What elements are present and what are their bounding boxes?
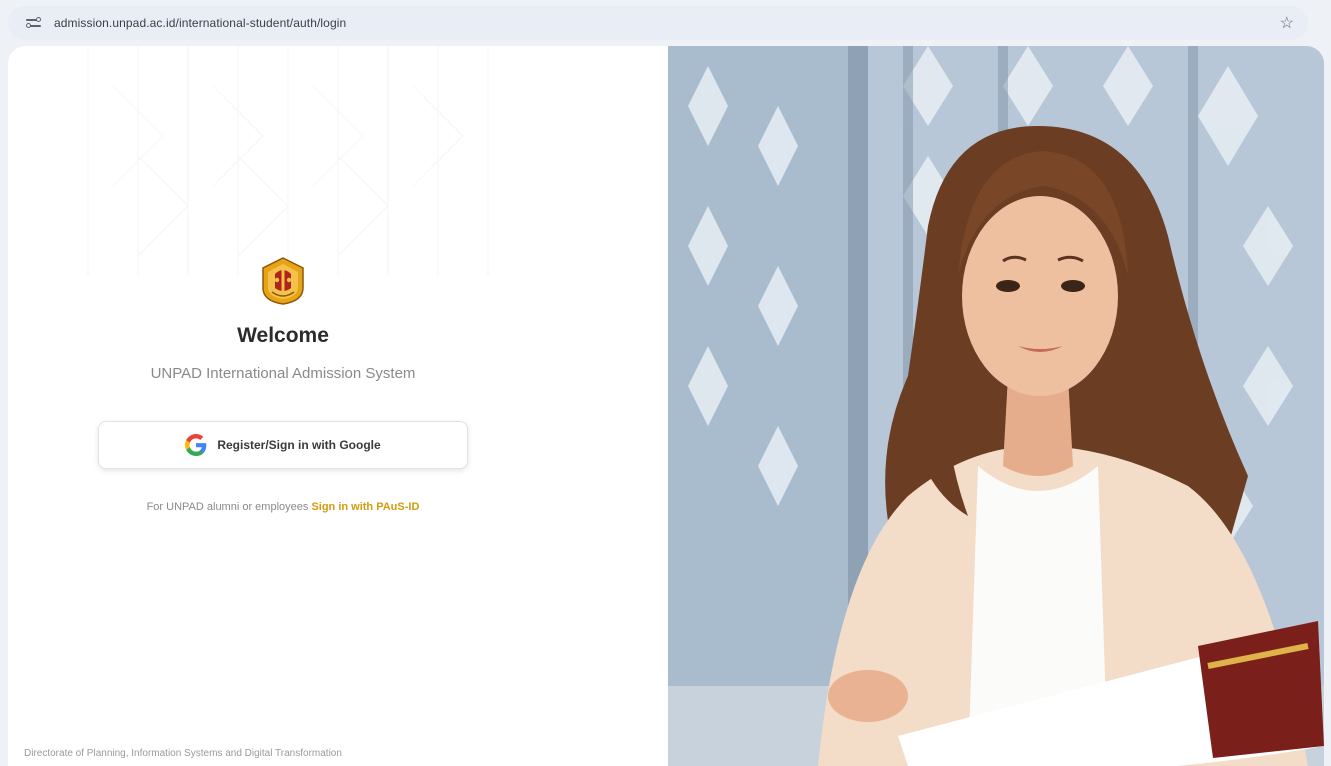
google-sign-in-button[interactable]: Register/Sign in with Google bbox=[98, 421, 468, 469]
footer-text: Directorate of Planning, Information Sys… bbox=[24, 748, 342, 759]
paus-id-sign-in-link[interactable]: Sign in with PAuS-ID bbox=[311, 501, 419, 513]
welcome-heading: Welcome bbox=[237, 324, 329, 347]
page: Welcome UNPAD International Admission Sy… bbox=[8, 46, 1324, 766]
system-subtitle: UNPAD International Admission System bbox=[150, 365, 416, 382]
google-icon bbox=[185, 434, 207, 456]
url-text[interactable]: admission.unpad.ac.id/international-stud… bbox=[54, 16, 1280, 30]
alt-sign-in-line: For UNPAD alumni or employees Sign in wi… bbox=[147, 501, 420, 513]
star-icon[interactable]: ☆ bbox=[1280, 13, 1294, 33]
background-pattern bbox=[87, 46, 489, 276]
address-bar[interactable]: admission.unpad.ac.id/international-stud… bbox=[8, 6, 1308, 40]
google-button-label: Register/Sign in with Google bbox=[217, 438, 381, 452]
alt-sign-in-text: For UNPAD alumni or employees bbox=[146, 501, 309, 513]
student-photo bbox=[668, 46, 1324, 766]
site-info-icon[interactable] bbox=[26, 16, 42, 30]
login-box: Welcome UNPAD International Admission Sy… bbox=[88, 256, 478, 513]
unpad-logo bbox=[262, 257, 304, 305]
login-panel: Welcome UNPAD International Admission Sy… bbox=[8, 46, 668, 766]
